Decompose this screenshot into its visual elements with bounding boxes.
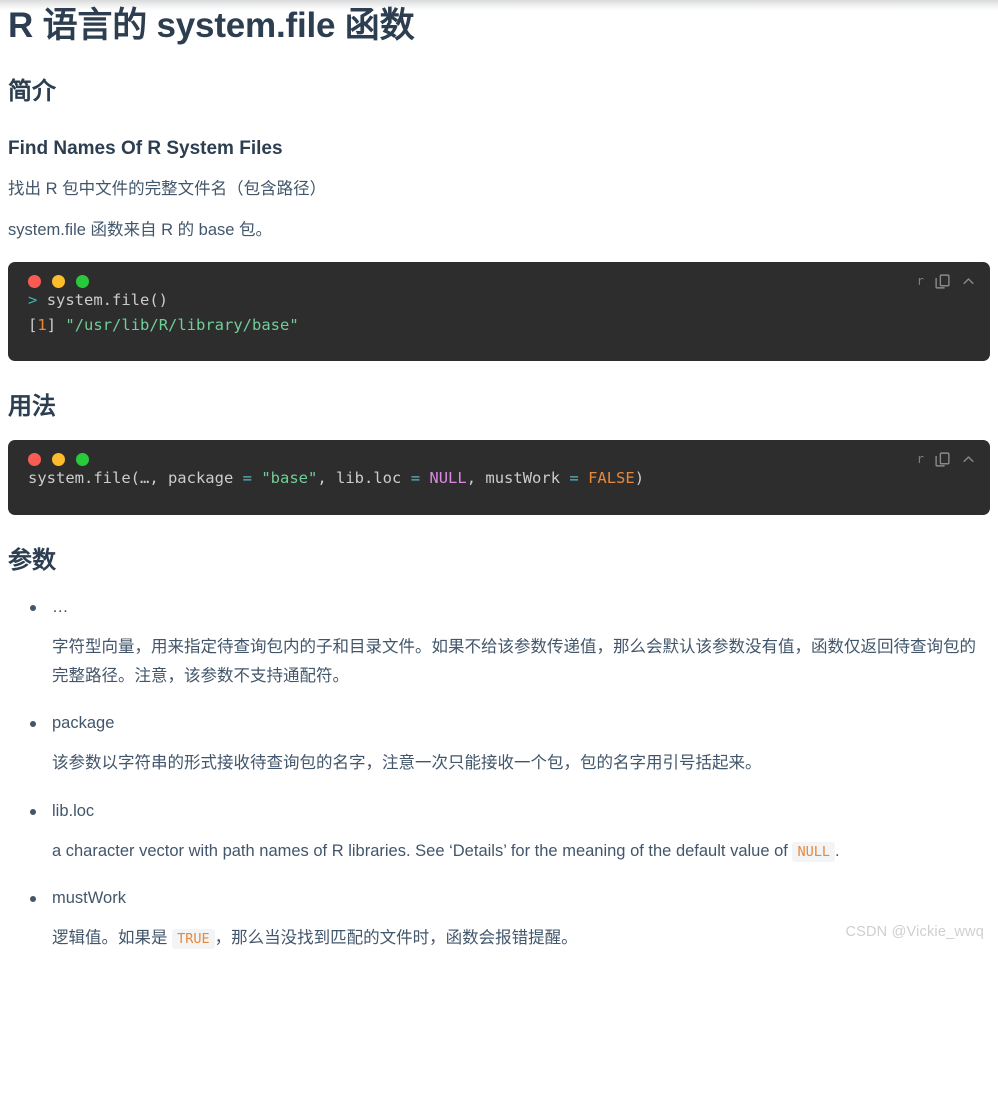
page-title: R 语言的 system.file 函数 [8,6,415,45]
code-content-usage: system.file(…, package = "base", lib.loc… [28,466,970,492]
argument-description: 字符型向量，用来指定待查询包内的子和目录文件。如果不给该参数传递值，那么会默认该… [52,638,976,685]
document-page: R 语言的 system.file 函数 简介 Find Names Of R … [0,0,998,952]
argument-list: … 字符型向量，用来指定待查询包内的子和目录文件。如果不给该参数传递值，那么会默… [8,596,990,952]
argument-name: lib.loc [52,801,95,820]
usage-default-libloc: NULL [429,468,467,487]
usage-eq-3: = [569,468,579,487]
usage-eq-2: = [410,468,421,487]
language-label: r [916,274,924,289]
list-item: package 该参数以字符串的形式接收待查询包的名字，注意一次只能接收一个包，… [8,712,990,777]
chevron-up-icon[interactable] [961,452,976,467]
code-call: system.file() [46,290,169,309]
argument-description-post: ，那么当没找到匹配的文件时，函数会报错提醒。 [214,929,578,948]
usage-default-package: "base" [261,468,318,487]
code-block-usage: r system.file(…, package = "base", lib.l… [8,439,990,516]
inline-code-null: NULL [792,841,835,862]
maximize-dot-icon [76,452,89,466]
watermark: CSDN @Vickie_wwq [845,924,984,941]
section-heading-intro: 简介 [8,78,56,106]
minimize-dot-icon [52,452,65,466]
list-item: lib.loc a character vector with path nam… [8,800,990,865]
usage-mid-2: , mustWork [466,468,561,487]
usage-default-mustwork: FALSE [588,468,635,487]
argument-description: 该参数以字符串的形式接收待查询包的名字，注意一次只能接收一个包，包的名字用引号括… [52,754,762,773]
intro-paragraph-1: 找出 R 包中文件的完整文件名（包含路径） [8,179,327,198]
close-dot-icon [28,274,41,288]
code-block-toolbar: r [917,273,976,290]
usage-mid-1: , lib.loc [317,468,402,487]
usage-eq-1: = [242,468,252,487]
code-content-example: > system.file() [1] "/usr/lib/R/library/… [28,290,299,335]
copy-icon[interactable] [934,451,951,468]
close-dot-icon [28,452,41,466]
list-item: … 字符型向量，用来指定待查询包内的子和目录文件。如果不给该参数传递值，那么会默… [8,596,990,690]
usage-close-paren: ) [634,468,645,487]
section-heading-arguments: 参数 [8,547,56,575]
code-block-example: r > system.file() [1] "/usr/lib/R/librar… [8,261,990,362]
chevron-up-icon[interactable] [961,274,976,289]
intro-subheading: Find Names Of R System Files [8,138,283,160]
argument-description-pre: 逻辑值。如果是 [52,929,168,948]
argument-description: a character vector with path names of R … [52,837,990,865]
section-heading-usage: 用法 [8,393,56,421]
code-block-toolbar: r [917,451,976,468]
code-result-string: "/usr/lib/R/library/base" [65,316,299,335]
argument-name: mustWork [52,888,126,907]
argument-description-post: . [834,841,840,860]
language-label: r [916,452,924,467]
code-prompt: > [28,290,38,309]
maximize-dot-icon [76,274,89,288]
copy-icon[interactable] [934,273,951,290]
usage-fn: system.file(…, package [28,468,234,487]
window-dots [28,452,89,466]
inline-code-true: TRUE [172,929,215,950]
argument-name: package [52,714,115,733]
argument-description-pre: a character vector with path names of R … [52,841,788,860]
argument-name: … [52,598,69,617]
minimize-dot-icon [52,274,65,288]
code-result-index: 1 [37,316,47,335]
intro-paragraph-2: system.file 函数来自 R 的 base 包。 [8,221,273,240]
list-item: mustWork 逻辑值。如果是 TRUE ，那么当没找到匹配的文件时，函数会报错… [8,887,990,952]
window-dots [28,274,89,288]
